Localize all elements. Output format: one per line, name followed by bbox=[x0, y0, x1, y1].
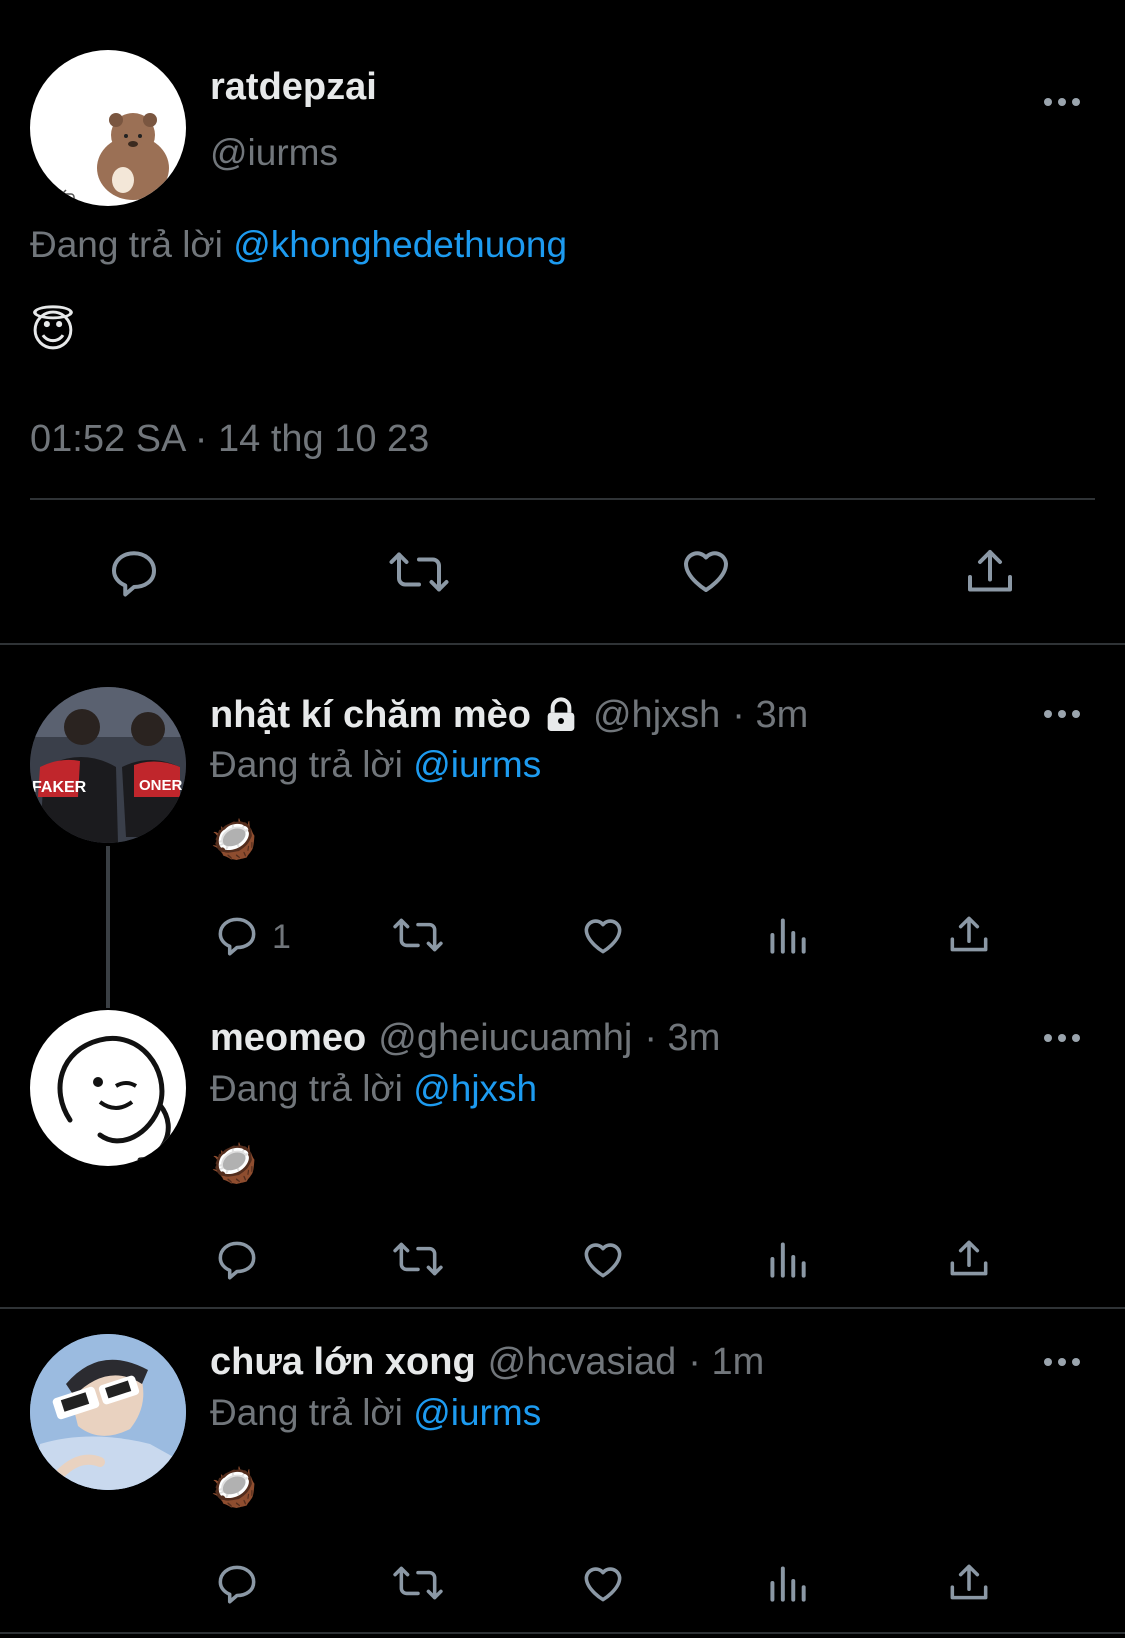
replying-to-link[interactable]: @iurms bbox=[413, 1392, 541, 1434]
retweet-icon[interactable] bbox=[390, 910, 446, 960]
tweet-content: 😇 bbox=[30, 307, 76, 356]
handle[interactable]: @iurms bbox=[210, 132, 338, 174]
section-divider bbox=[0, 1632, 1125, 1634]
replying-prefix: Đang trả lời bbox=[210, 1068, 403, 1109]
doodle-avatar-image bbox=[57, 1036, 171, 1163]
tweet-header: nhật kí chăm mèo @hjxsh · 3m bbox=[210, 694, 808, 737]
display-name[interactable]: ratdepzai bbox=[210, 66, 377, 109]
views-icon[interactable] bbox=[762, 1558, 812, 1608]
like-icon[interactable] bbox=[578, 1558, 628, 1608]
more-icon[interactable] bbox=[1044, 1034, 1080, 1042]
reply-icon[interactable] bbox=[212, 1558, 262, 1608]
like-icon[interactable] bbox=[578, 910, 628, 960]
reply-icon[interactable] bbox=[104, 542, 164, 602]
like-icon[interactable] bbox=[578, 1234, 628, 1284]
handle[interactable]: @hcvasiad bbox=[488, 1341, 677, 1384]
tweet-time[interactable]: · 3m bbox=[644, 1017, 720, 1060]
tweet-content: 🥥 bbox=[210, 1143, 258, 1185]
replying-to-line: Đang trả lời @iurms bbox=[210, 744, 541, 786]
replying-to-link[interactable]: @iurms bbox=[413, 744, 541, 786]
section-divider bbox=[0, 643, 1125, 645]
like-icon[interactable] bbox=[676, 540, 736, 600]
bear-avatar-image bbox=[49, 113, 169, 205]
tweet-content: 🥥 bbox=[210, 1467, 258, 1509]
more-icon[interactable] bbox=[1044, 710, 1080, 718]
tweet-content: 🥥 bbox=[210, 819, 258, 861]
handle[interactable]: @gheiucuamhj bbox=[378, 1017, 632, 1060]
avatar-text-left: FAKER bbox=[32, 779, 87, 796]
share-icon[interactable] bbox=[944, 910, 994, 960]
more-icon[interactable] bbox=[1044, 1358, 1080, 1366]
avatar[interactable] bbox=[30, 50, 186, 206]
reply-icon[interactable] bbox=[212, 1234, 262, 1284]
person-avatar-image bbox=[30, 1334, 186, 1490]
lock-icon bbox=[541, 696, 581, 736]
tweet-header: meomeo @gheiucuamhj · 3m bbox=[210, 1017, 720, 1060]
display-name[interactable]: nhật kí chăm mèo bbox=[210, 694, 531, 737]
replying-prefix: Đang trả lời bbox=[210, 744, 403, 785]
replying-to-line: Đang trả lời @khonghedethuong bbox=[30, 224, 567, 266]
replying-to-link[interactable]: @hjxsh bbox=[413, 1068, 537, 1110]
avatar[interactable]: FAKER ONER bbox=[30, 687, 186, 843]
reply-icon[interactable] bbox=[212, 910, 262, 960]
replying-to-line: Đang trả lời @hjxsh bbox=[210, 1068, 537, 1110]
replying-to-link[interactable]: @khonghedethuong bbox=[233, 224, 567, 266]
share-icon[interactable] bbox=[960, 542, 1020, 602]
reply-count: 1 bbox=[272, 918, 291, 956]
avatar-text-right: ONER bbox=[139, 777, 183, 794]
retweet-icon[interactable] bbox=[386, 542, 452, 602]
display-name[interactable]: meomeo bbox=[210, 1017, 366, 1060]
avatar[interactable] bbox=[30, 1010, 186, 1166]
players-avatar-image bbox=[30, 687, 186, 843]
views-icon[interactable] bbox=[762, 910, 812, 960]
avatar[interactable] bbox=[30, 1334, 186, 1490]
timestamp[interactable]: 01:52 SA · 14 thg 10 23 bbox=[30, 418, 429, 461]
replying-prefix: Đang trả lời bbox=[30, 224, 223, 265]
handle[interactable]: @hjxsh bbox=[593, 694, 720, 737]
share-icon[interactable] bbox=[944, 1558, 994, 1608]
views-icon[interactable] bbox=[762, 1234, 812, 1284]
timestamp-divider bbox=[30, 498, 1095, 500]
retweet-icon[interactable] bbox=[390, 1234, 446, 1284]
replying-prefix: Đang trả lời bbox=[210, 1392, 403, 1433]
tweet-time[interactable]: · 1m bbox=[688, 1341, 764, 1384]
display-name[interactable]: chưa lớn xong bbox=[210, 1341, 476, 1384]
tweet-time[interactable]: · 3m bbox=[732, 694, 808, 737]
more-icon[interactable] bbox=[1044, 98, 1080, 106]
replying-to-line: Đang trả lời @iurms bbox=[210, 1392, 541, 1434]
thread-line bbox=[106, 846, 110, 1008]
section-divider bbox=[0, 1307, 1125, 1309]
tweet-header: chưa lớn xong @hcvasiad · 1m bbox=[210, 1341, 764, 1384]
share-icon[interactable] bbox=[944, 1234, 994, 1284]
retweet-icon[interactable] bbox=[390, 1558, 446, 1608]
